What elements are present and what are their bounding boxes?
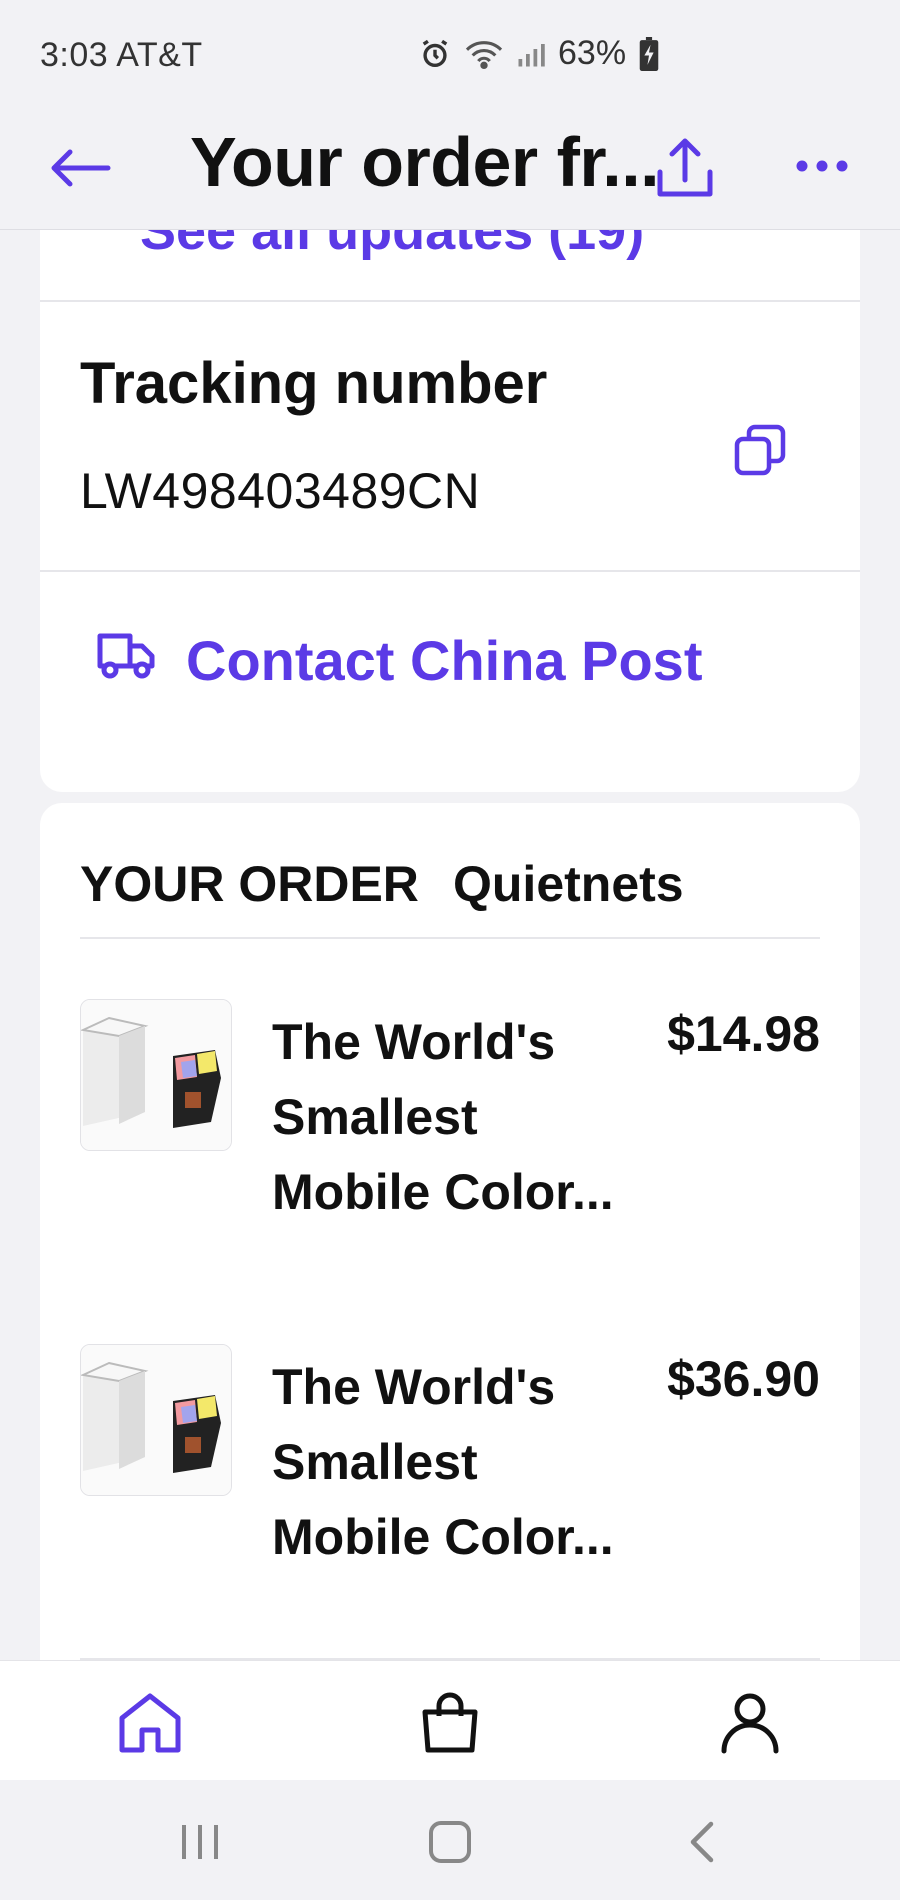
item-title: The World's Smallest Mobile Color... bbox=[272, 1014, 614, 1220]
signal-icon bbox=[516, 39, 546, 69]
see-all-updates-link[interactable]: See all updates (19) bbox=[140, 230, 644, 262]
more-options-button[interactable] bbox=[780, 124, 864, 208]
back-nav-icon bbox=[690, 1821, 714, 1863]
wifi-icon bbox=[464, 37, 504, 71]
tracking-number-label: Tracking number bbox=[80, 351, 548, 416]
back-button[interactable] bbox=[44, 132, 116, 204]
nav-orders-button[interactable] bbox=[410, 1683, 490, 1763]
order-heading: YOUR ORDER bbox=[80, 856, 419, 912]
system-back-button[interactable] bbox=[672, 1812, 732, 1872]
product-thumbnail bbox=[80, 1344, 232, 1496]
divider bbox=[80, 937, 820, 939]
order-item[interactable]: The World's Smallest Mobile Color... $14… bbox=[80, 999, 820, 1299]
battery-percent: 63% bbox=[558, 34, 627, 72]
status-icons: 63% bbox=[418, 34, 660, 73]
divider bbox=[40, 300, 860, 302]
status-bar: 3:03 AT&T 63% bbox=[0, 0, 900, 108]
system-navigation bbox=[0, 1780, 900, 1900]
contact-carrier-label[interactable]: Contact China Post bbox=[186, 628, 702, 693]
order-item[interactable]: The World's Smallest Mobile Color... $36… bbox=[80, 1344, 820, 1644]
recent-apps-icon bbox=[182, 1825, 218, 1859]
truck-icon bbox=[96, 630, 156, 680]
shopping-bag-icon bbox=[422, 1692, 478, 1753]
copy-icon bbox=[734, 424, 786, 476]
account-icon bbox=[721, 1693, 779, 1754]
item-price: $14.98 bbox=[667, 1006, 820, 1062]
status-time: 3:03 AT&T bbox=[40, 36, 203, 74]
nav-account-button[interactable] bbox=[710, 1683, 790, 1763]
store-name[interactable]: Quietnets bbox=[453, 855, 684, 913]
home-icon bbox=[119, 1693, 181, 1753]
system-home-button[interactable] bbox=[420, 1812, 480, 1872]
item-price: $36.90 bbox=[667, 1351, 820, 1407]
scroll-content[interactable]: See all updates (19) Tracking number LW4… bbox=[0, 230, 900, 1660]
recent-apps-button[interactable] bbox=[170, 1812, 230, 1872]
arrow-left-icon bbox=[51, 149, 111, 187]
item-title: The World's Smallest Mobile Color... bbox=[272, 1359, 614, 1565]
nav-home-button[interactable] bbox=[110, 1683, 190, 1763]
order-card: YOUR ORDER Quietnets The World's Smalles… bbox=[40, 803, 860, 1660]
page-title: Your order fr... bbox=[190, 123, 660, 201]
product-thumbnail bbox=[80, 999, 232, 1151]
battery-icon bbox=[638, 36, 660, 71]
app-header: Your order fr... bbox=[0, 108, 900, 230]
more-horizontal-icon bbox=[796, 160, 848, 172]
tracking-number-value: LW498403489CN bbox=[80, 463, 481, 519]
copy-tracking-button[interactable] bbox=[720, 410, 800, 490]
share-icon bbox=[657, 138, 713, 197]
alarm-icon bbox=[418, 37, 452, 71]
tracking-card: See all updates (19) Tracking number LW4… bbox=[40, 230, 860, 792]
home-button-icon bbox=[429, 1821, 471, 1863]
share-button[interactable] bbox=[640, 124, 730, 214]
bottom-navigation bbox=[0, 1660, 900, 1780]
